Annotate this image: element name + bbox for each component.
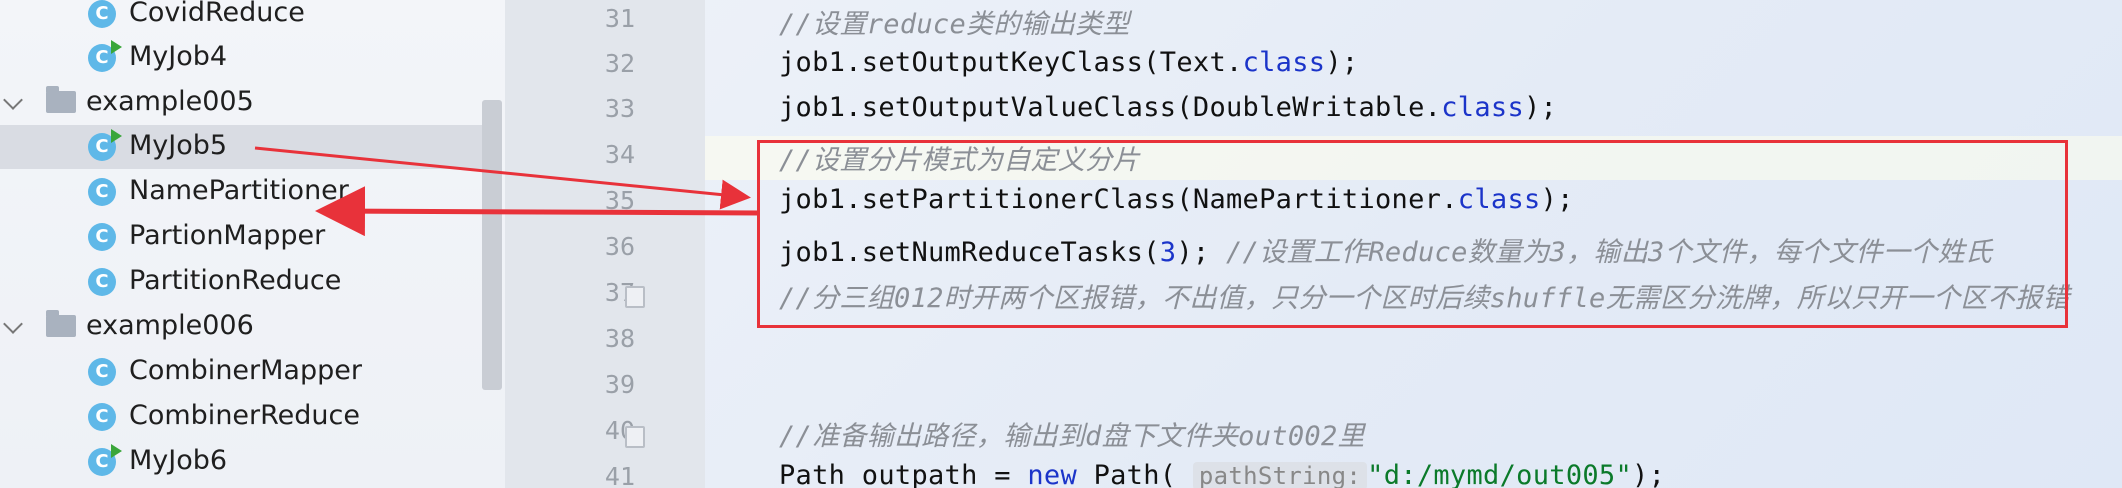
arrow-myjob5-to-code <box>254 146 751 210</box>
arrow-code-to-namepartitioner <box>315 186 761 237</box>
annotation-arrows <box>254 146 761 237</box>
